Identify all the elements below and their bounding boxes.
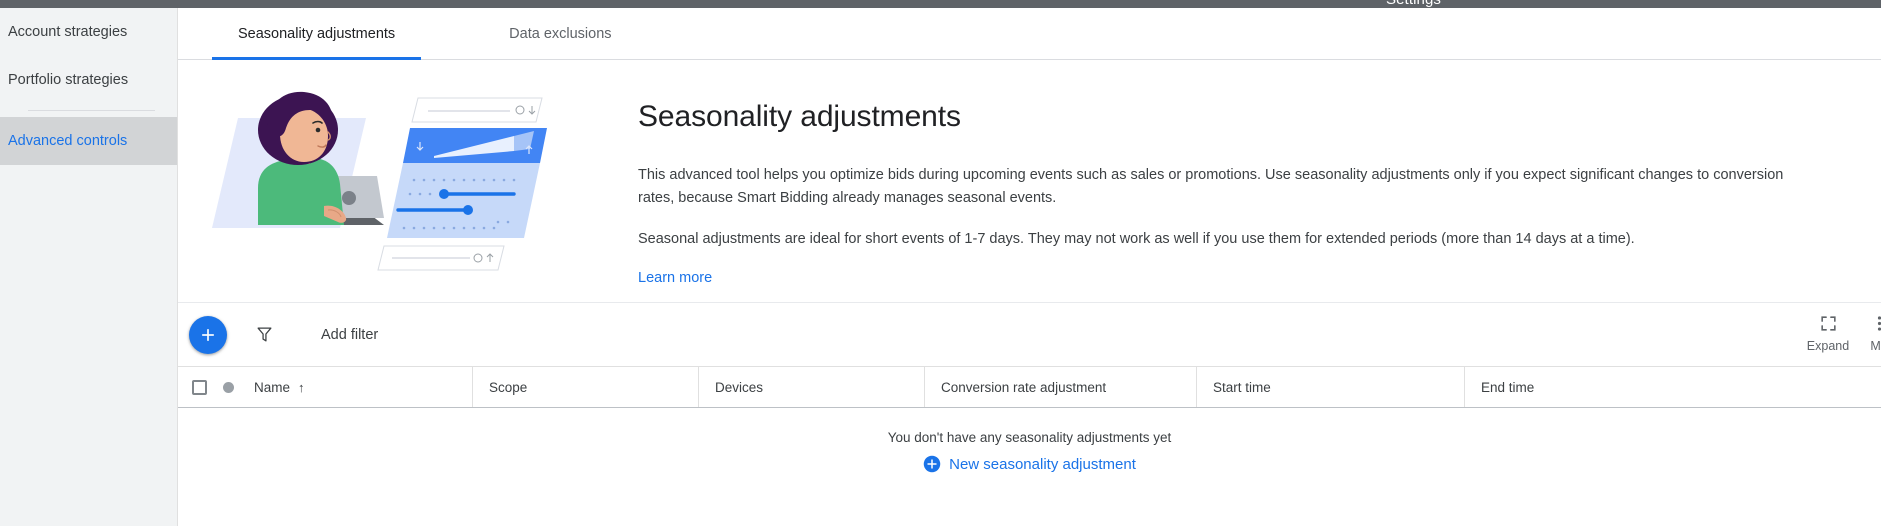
sidebar-item-advanced-controls[interactable]: Advanced controls	[0, 117, 177, 165]
hero-paragraph-1: This advanced tool helps you optimize bi…	[638, 167, 1784, 206]
column-label-start-time: Start time	[1213, 379, 1271, 395]
tab-label: Data exclusions	[509, 25, 612, 42]
tab-data-exclusions[interactable]: Data exclusions	[483, 8, 637, 59]
tab-bar: Seasonality adjustments Data exclusions	[178, 8, 1881, 60]
table-header-name[interactable]: Name ↑	[178, 367, 472, 407]
sidebar-divider	[28, 110, 155, 111]
tab-seasonality-adjustments[interactable]: Seasonality adjustments	[212, 8, 422, 60]
filter-icon[interactable]	[253, 324, 275, 346]
more-vert-icon	[1870, 311, 1881, 335]
learn-more-link[interactable]: Learn more	[638, 270, 712, 286]
tab-label: Seasonality adjustments	[238, 25, 396, 42]
app-bar-title: Settings	[1386, 0, 1441, 8]
column-label-conversion-rate-adjustment: Conversion rate adjustment	[941, 379, 1107, 395]
table-header-end-time[interactable]: End time	[1464, 367, 1881, 407]
table-header-start-time[interactable]: Start time	[1196, 367, 1464, 407]
expand-icon	[1819, 311, 1838, 335]
table-header-conversion-rate-adjustment[interactable]: Conversion rate adjustment	[924, 367, 1196, 407]
sidebar-item-portfolio-strategies[interactable]: Portfolio strategies	[0, 56, 177, 104]
table-empty-state: You don't have any seasonality adjustmen…	[178, 408, 1881, 478]
sidebar-item-label: Portfolio strategies	[8, 72, 129, 88]
new-seasonality-adjustment-link[interactable]: New seasonality adjustment	[923, 455, 1136, 473]
new-seasonality-adjustment-label: New seasonality adjustment	[949, 455, 1136, 473]
page-title: Seasonality adjustments	[638, 100, 961, 133]
column-label-name: Name	[254, 379, 291, 395]
hero-illustration	[178, 60, 638, 303]
expand-button[interactable]: Expand	[1797, 311, 1859, 353]
main-content: Seasonality adjustments Data exclusions	[178, 8, 1881, 526]
plus-icon	[202, 328, 214, 341]
empty-state-message: You don't have any seasonality adjustmen…	[887, 430, 1172, 445]
status-dot-icon	[223, 381, 234, 393]
settings-sidebar: Account strategies Portfolio strategies …	[0, 8, 178, 526]
funnel-icon	[257, 327, 271, 342]
table-header-scope[interactable]: Scope	[472, 367, 698, 407]
add-seasonality-adjustment-button[interactable]	[189, 315, 227, 354]
column-label-scope: Scope	[489, 379, 528, 395]
column-label-devices: Devices	[715, 379, 764, 395]
sort-ascending-icon[interactable]: ↑	[298, 380, 305, 395]
person-at-laptop-illustration	[212, 91, 547, 271]
plus-circle-icon	[923, 455, 941, 473]
table-header-devices[interactable]: Devices	[698, 367, 924, 407]
table-header-row: Name ↑ Scope Devices Conversion rate adj…	[178, 367, 1881, 408]
add-filter-button[interactable]: Add filter	[321, 327, 378, 343]
sidebar-item-label: Account strategies	[8, 24, 128, 40]
more-button[interactable]: Mo	[1859, 311, 1881, 353]
top-app-bar: Settings	[0, 0, 1881, 8]
column-label-end-time: End time	[1481, 379, 1535, 395]
select-all-checkbox[interactable]	[192, 379, 207, 395]
sidebar-item-account-strategies[interactable]: Account strategies	[0, 8, 177, 56]
hero-section: Seasonality adjustments This advanced to…	[178, 60, 1881, 303]
more-label: Mo	[1870, 339, 1881, 353]
toolbar-right-actions: Expand Mo	[1797, 303, 1881, 366]
hero-paragraph-2: Seasonal adjustments are ideal for short…	[638, 231, 1635, 247]
sidebar-item-label: Advanced controls	[8, 133, 128, 149]
table-toolbar: Add filter Expand Mo	[178, 303, 1881, 367]
hero-text: Seasonality adjustments This advanced to…	[638, 60, 1818, 287]
expand-label: Expand	[1806, 339, 1850, 353]
